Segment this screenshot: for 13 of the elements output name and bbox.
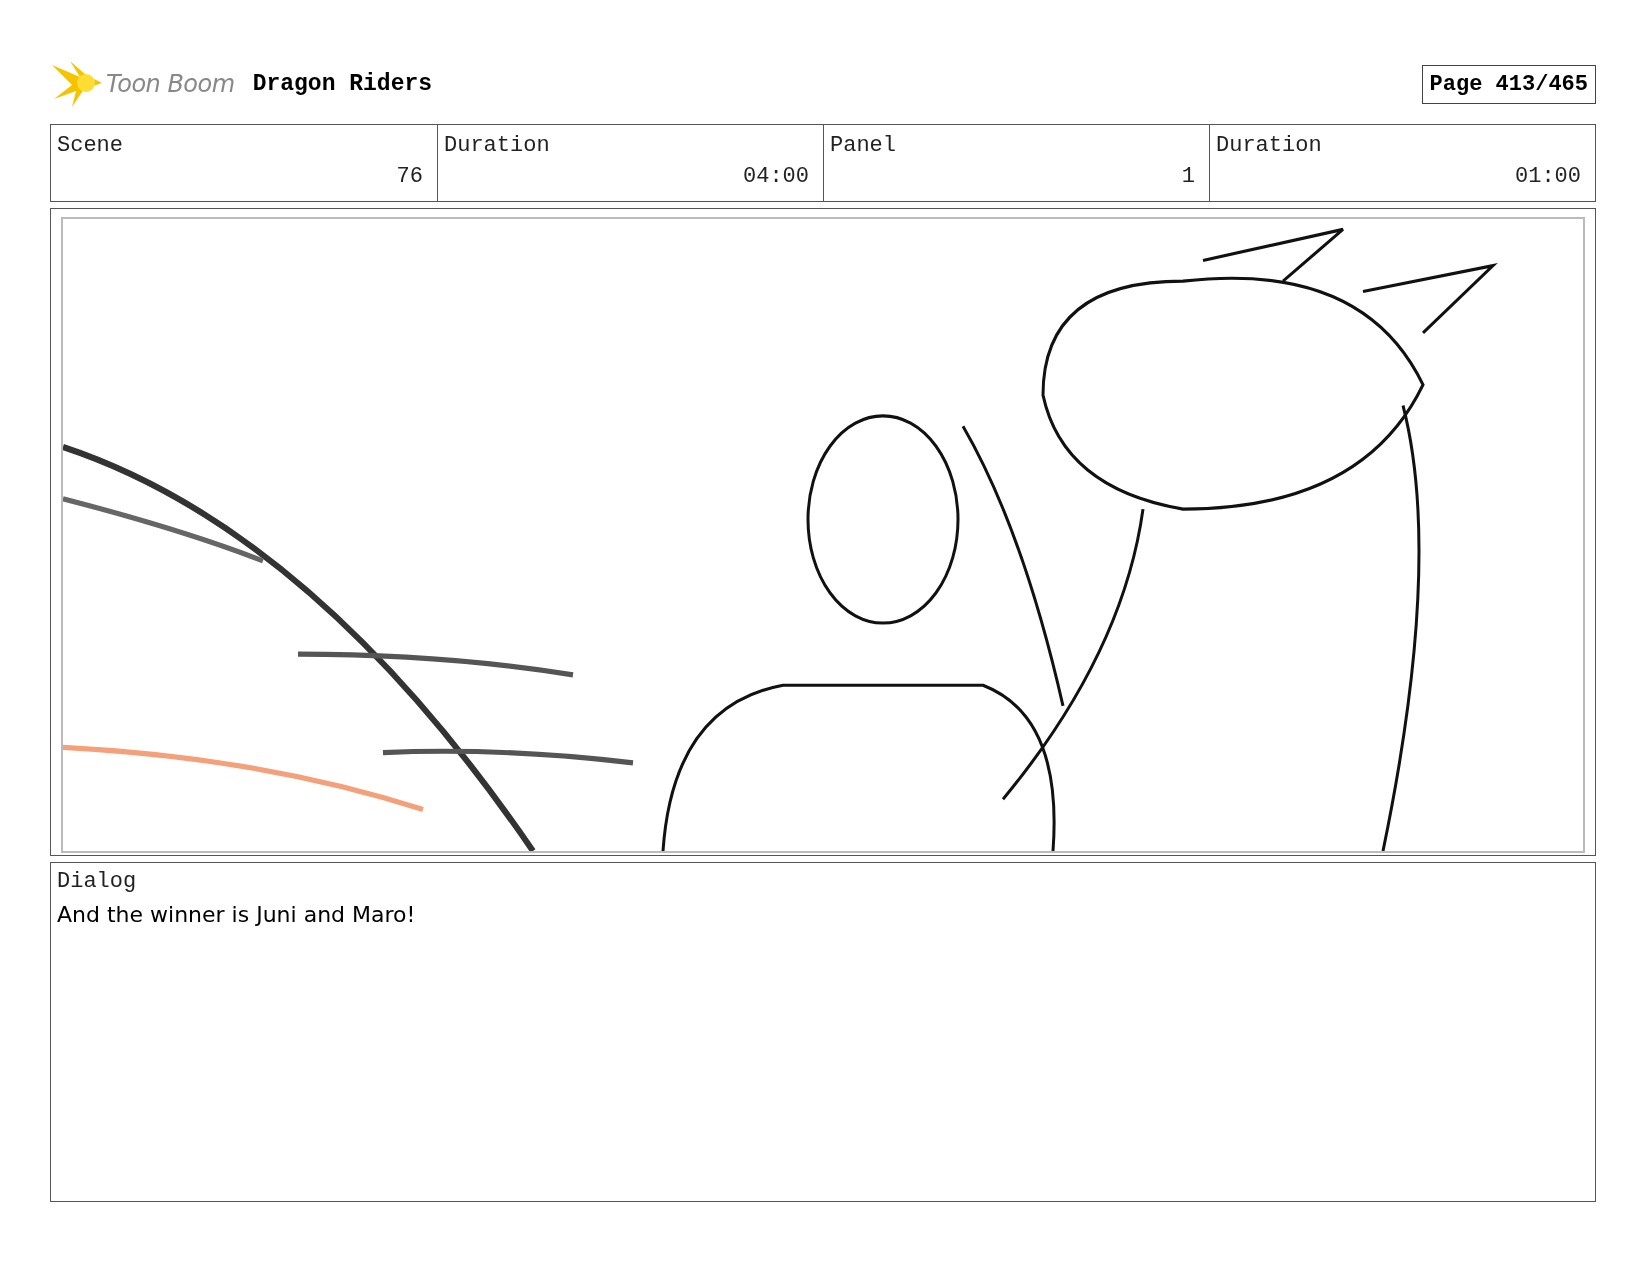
dialog-label: Dialog bbox=[57, 869, 137, 894]
field-value: 01:00 bbox=[1515, 164, 1581, 189]
dialog-text: And the winner is Juni and Maro! bbox=[57, 902, 416, 927]
field-label: Panel bbox=[830, 133, 896, 158]
field-label: Duration bbox=[444, 133, 550, 158]
project-title: Dragon Riders bbox=[252, 71, 433, 97]
logo-text: Toon Boom bbox=[106, 70, 235, 98]
field-value: 76 bbox=[396, 164, 423, 189]
field-value: 1 bbox=[1181, 164, 1195, 189]
page-number: Page 413/465 bbox=[1421, 64, 1596, 104]
field-value: 04:00 bbox=[743, 164, 809, 189]
field-label: Scene bbox=[57, 133, 123, 158]
field-label: Duration bbox=[1216, 133, 1322, 158]
